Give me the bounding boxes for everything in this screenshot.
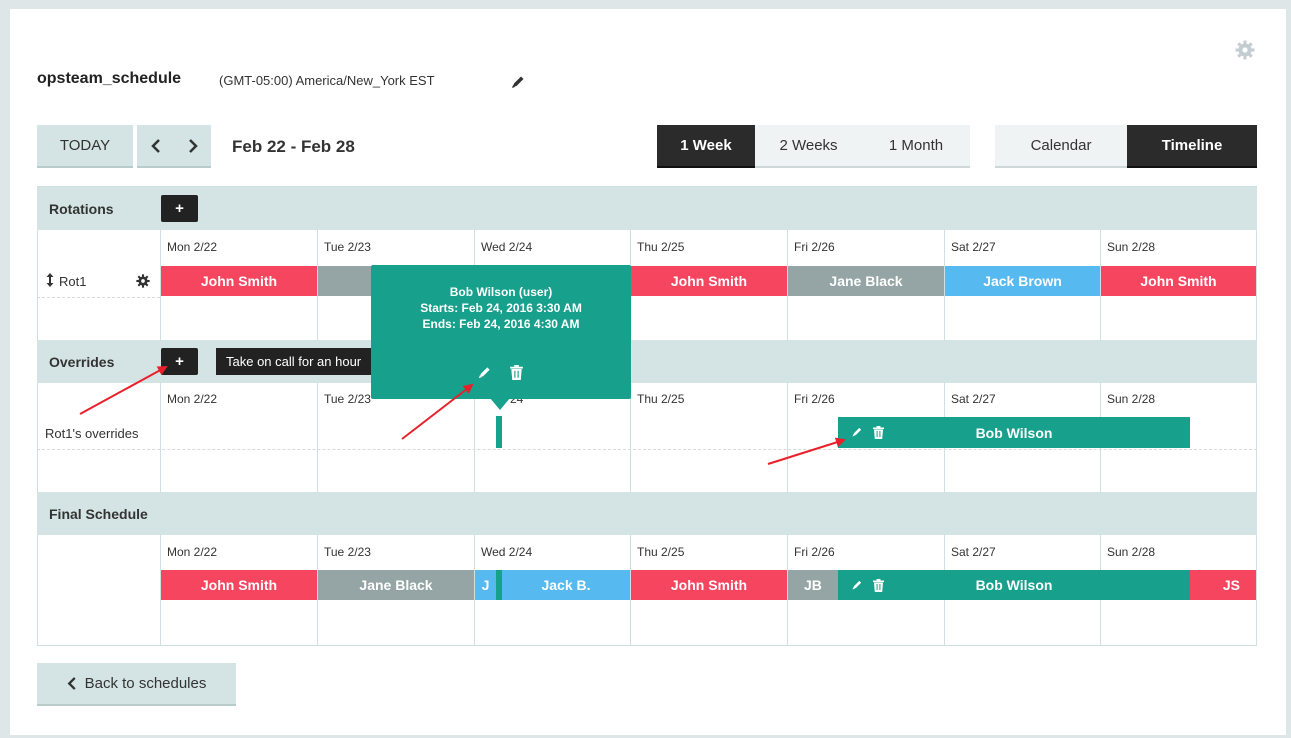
arrow-to-popover-edit — [401, 383, 474, 440]
arrow-to-add-override — [79, 366, 168, 415]
arrow-to-override-edit — [767, 437, 846, 465]
back-label: Back to schedules — [84, 675, 207, 692]
back-to-schedules-button[interactable]: Back to schedules — [37, 663, 236, 706]
annotation-arrows — [79, 366, 846, 465]
chevron-left-icon — [67, 677, 77, 690]
